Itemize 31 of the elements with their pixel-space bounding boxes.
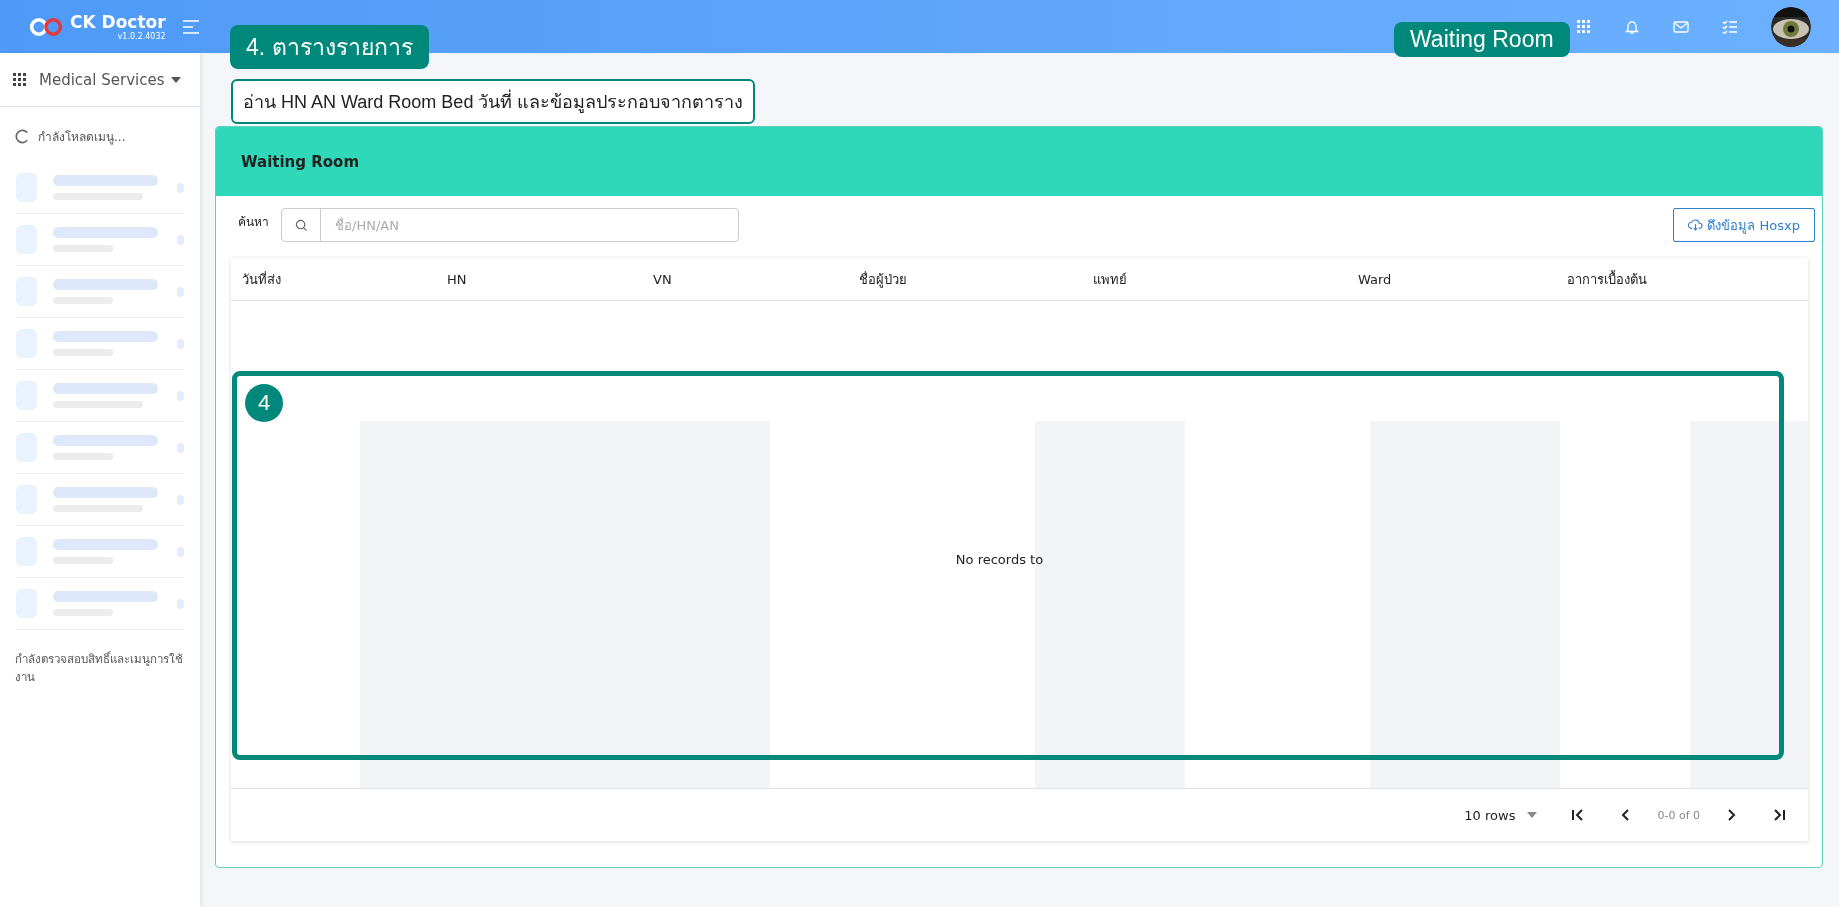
- page-range: 0-0 of 0: [1657, 808, 1700, 822]
- caret-icon: [1527, 812, 1538, 818]
- caret-icon: [170, 76, 181, 83]
- annotation-label: Waiting Room: [1394, 22, 1570, 57]
- column-header[interactable]: แพทย์: [1093, 268, 1358, 290]
- column-header[interactable]: อาการเบื้องต้น: [1567, 268, 1808, 290]
- search-label: ค้นหา: [238, 213, 269, 231]
- column-header[interactable]: VN: [653, 271, 859, 287]
- panel-title: Waiting Room: [241, 152, 359, 171]
- column-header[interactable]: วันที่ส่ง: [242, 268, 447, 290]
- loading-text: กำลังโหลดเมนู...: [38, 129, 126, 146]
- annotation-label: 4. ตารางรายการ: [230, 25, 429, 69]
- column-header[interactable]: Ward: [1358, 271, 1567, 287]
- column-header[interactable]: HN: [447, 271, 653, 287]
- spinner-icon: [15, 129, 30, 144]
- last-page-icon[interactable]: [1772, 808, 1786, 822]
- fetch-hosxp-button[interactable]: ดึงข้อมูล Hosxp: [1673, 208, 1815, 242]
- column-header[interactable]: ชื่อผู้ป่วย: [859, 268, 1093, 290]
- apps-grid-icon[interactable]: [13, 72, 27, 87]
- menu-dropdown[interactable]: Medical Services: [39, 70, 181, 89]
- search-icon: [294, 218, 308, 232]
- cloud-download-icon: [1688, 219, 1704, 231]
- rows-per-page-select[interactable]: 10 rows: [1464, 807, 1538, 823]
- empty-message: No records to: [955, 552, 1044, 567]
- status-text: กำลังตรวจสอบสิทธิ์และเมนูการใช้งาน: [14, 650, 184, 686]
- annotation-note: อ่าน HN AN Ward Room Bed วันที่ และข้อมูลประกอบจากตาราง: [231, 79, 756, 124]
- first-page-icon[interactable]: [1571, 808, 1586, 822]
- version-text: v1.0.2.4032: [117, 31, 166, 42]
- app-name: CK Doctor: [70, 11, 166, 32]
- logo-icon: [28, 16, 64, 37]
- checklist-icon[interactable]: [1722, 19, 1738, 34]
